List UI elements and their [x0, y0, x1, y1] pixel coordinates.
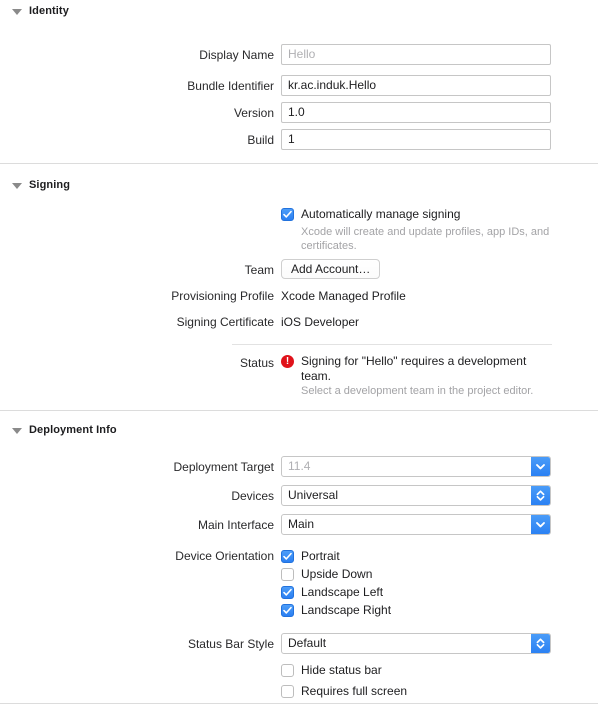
chevron-up-down-icon[interactable] — [531, 634, 550, 653]
automatically-manage-signing-label: Automatically manage signing — [301, 207, 461, 221]
status-bar-style-popup[interactable]: Default — [281, 633, 551, 654]
display-name-input[interactable]: Hello — [281, 44, 551, 65]
hide-status-bar-checkbox[interactable]: Hide status bar — [281, 663, 382, 678]
orientation-portrait-checkbox[interactable]: Portrait — [281, 549, 340, 564]
label-device-orientation: Device Orientation — [175, 549, 274, 563]
label-display-name: Display Name — [199, 48, 274, 62]
orientation-landscape-left-checkbox[interactable]: Landscape Left — [281, 585, 383, 600]
checkbox-checked-icon[interactable] — [281, 586, 294, 599]
label-status-bar-style: Status Bar Style — [187, 637, 274, 651]
disclosure-triangle-icon[interactable] — [12, 182, 22, 189]
label-team: Team — [244, 263, 274, 277]
devices-value: Universal — [288, 488, 339, 502]
disclosure-triangle-icon[interactable] — [12, 427, 22, 434]
status-detail: Select a development team in the project… — [301, 385, 534, 397]
bundle-identifier-input[interactable]: kr.ac.induk.Hello — [281, 75, 551, 96]
build-input[interactable]: 1 — [281, 129, 551, 150]
orientation-landscape-right-checkbox[interactable]: Landscape Right — [281, 603, 391, 618]
label-provisioning-profile: Provisioning Profile — [171, 289, 274, 303]
orientation-upside-down-checkbox[interactable]: Upside Down — [281, 567, 372, 582]
error-icon-glyph: ! — [285, 356, 290, 367]
checkbox-unchecked-icon[interactable] — [281, 685, 294, 698]
section-header-deployment-info[interactable]: Deployment Info — [12, 424, 117, 436]
hide-status-bar-label: Hide status bar — [301, 663, 382, 677]
label-status: Status — [239, 356, 274, 370]
signing-certificate-value: iOS Developer — [281, 315, 360, 329]
checkbox-checked-icon[interactable] — [281, 550, 294, 563]
disclosure-triangle-icon[interactable] — [12, 8, 22, 15]
orientation-landscape-left-label: Landscape Left — [301, 585, 384, 599]
automatically-manage-signing-checkbox[interactable]: Automatically manage signing — [281, 207, 460, 222]
orientation-landscape-right-label: Landscape Right — [301, 603, 392, 617]
checkbox-unchecked-icon[interactable] — [281, 664, 294, 677]
chevron-up-down-icon[interactable] — [531, 486, 550, 505]
main-interface-combobox[interactable]: Main — [281, 514, 551, 535]
xcode-target-general-pane: Identity Display Name Hello Bundle Ident… — [0, 0, 598, 710]
checkbox-unchecked-icon[interactable] — [281, 568, 294, 581]
label-bundle-identifier: Bundle Identifier — [187, 79, 274, 93]
automatically-manage-signing-help: Xcode will create and update profiles, a… — [301, 226, 550, 252]
section-header-identity[interactable]: Identity — [12, 5, 69, 17]
add-account-button[interactable]: Add Account… — [281, 259, 381, 279]
divider-identity-signing — [0, 163, 598, 164]
requires-full-screen-label: Requires full screen — [301, 684, 408, 698]
requires-full-screen-checkbox[interactable]: Requires full screen — [281, 684, 407, 699]
section-title-deployment-info: Deployment Info — [29, 424, 117, 436]
provisioning-profile-value: Xcode Managed Profile — [281, 289, 406, 303]
label-devices: Devices — [231, 489, 274, 503]
orientation-portrait-label: Portrait — [301, 549, 340, 563]
status-message: Signing for "Hello" requires a developme… — [301, 354, 527, 383]
divider-signing-deployment — [0, 410, 598, 411]
orientation-upside-down-label: Upside Down — [301, 567, 373, 581]
status-bar-style-value: Default — [288, 636, 327, 650]
section-title-signing: Signing — [29, 179, 71, 191]
chevron-down-icon[interactable] — [531, 515, 550, 534]
divider-status — [232, 344, 552, 345]
divider-bottom — [0, 703, 598, 704]
devices-popup[interactable]: Universal — [281, 485, 551, 506]
label-build: Build — [247, 133, 274, 147]
version-input[interactable]: 1.0 — [281, 102, 551, 123]
deployment-target-combobox[interactable]: 11.4 — [281, 456, 551, 477]
label-deployment-target: Deployment Target — [173, 460, 275, 474]
section-header-signing[interactable]: Signing — [12, 179, 70, 191]
checkbox-checked-icon[interactable] — [281, 208, 294, 221]
label-signing-certificate: Signing Certificate — [176, 315, 274, 329]
main-interface-value: Main — [288, 517, 315, 531]
section-title-identity: Identity — [29, 5, 69, 17]
deployment-target-value: 11.4 — [288, 459, 311, 473]
label-version: Version — [233, 106, 274, 120]
chevron-down-icon[interactable] — [531, 457, 550, 476]
error-icon: ! — [281, 355, 294, 368]
checkbox-checked-icon[interactable] — [281, 604, 294, 617]
label-main-interface: Main Interface — [197, 518, 274, 532]
